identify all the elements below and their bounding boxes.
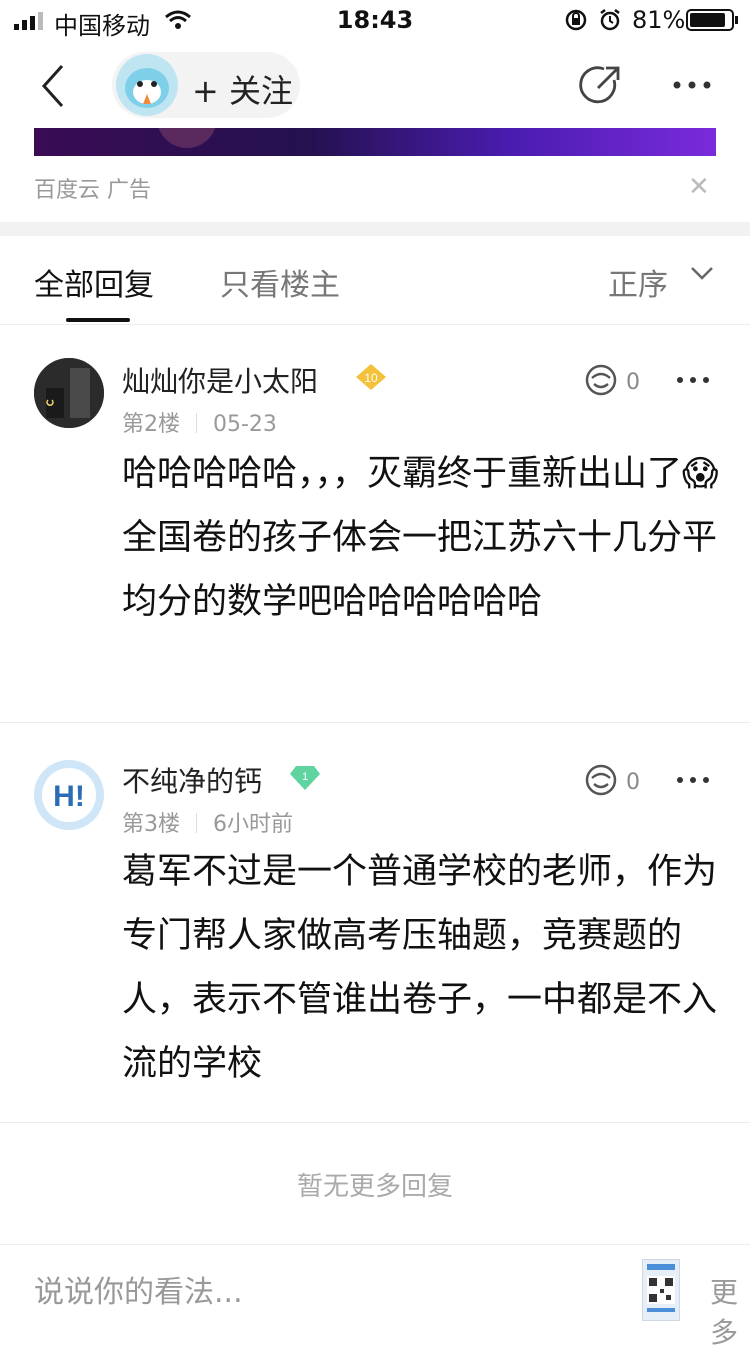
avatar-image [34,358,104,428]
username[interactable]: 灿灿你是小太阳 [122,360,318,400]
no-more-replies: 暂无更多回复 [296,1172,453,1202]
qr-code-icon [647,1264,675,1312]
divider [0,722,750,723]
comment-bar: 说说你的看法... 更多 [0,1244,750,1349]
chevron-down-icon[interactable] [690,266,714,282]
like-count: 0 [626,770,640,795]
avatar-image: H! [34,760,104,830]
ad-source-label: 百度云 广告 [34,178,151,203]
username[interactable]: 不纯净的钙 [122,760,262,800]
ad-banner[interactable] [34,128,716,156]
nav-bar: + 关注 [0,42,750,128]
follow-button[interactable]: + 关注 [112,52,300,118]
ad-graphic [158,128,216,148]
post-body: 葛军不过是一个普通学校的老师，作为专门帮人家做高考压轴题，竞赛题的人，表示不管谁… [122,852,718,1084]
post-meta: 第3楼 6小时前 [122,806,293,838]
floor-number: 第2楼 [122,412,180,437]
level-badge-icon: 10 [356,364,386,390]
avatar[interactable] [34,358,104,428]
mascot-icon [125,68,169,108]
more-icon[interactable] [672,80,712,90]
level-badge-text: 10 [364,371,378,385]
qr-thumbnail[interactable] [642,1259,680,1321]
like-icon[interactable] [582,362,620,398]
reply-tabs: 全部回复 只看楼主 正序 [0,236,750,325]
status-bar: 中国移动 18:43 81% [0,0,750,40]
sort-order-label[interactable]: 正序 [608,260,668,304]
post-more-icon[interactable] [676,376,710,384]
post-more-icon[interactable] [676,776,710,784]
comment-input[interactable]: 说说你的看法... [34,1267,243,1311]
tab-op-only[interactable]: 只看楼主 [220,260,340,304]
alarm-icon [600,9,620,31]
avatar[interactable]: H! [34,760,104,830]
share-icon[interactable] [578,64,622,108]
post-body: 哈哈哈哈哈，，，灭霸终于重新出山了😱全国卷的孩子体会一把江苏六十几分平均分的数学… [122,454,719,622]
rotation-lock-icon [565,9,587,31]
divider [0,1122,750,1123]
tab-all-replies[interactable]: 全部回复 [34,260,154,304]
section-gap [0,222,750,236]
like-icon[interactable] [582,762,620,798]
battery-percent: 81% [632,6,686,34]
active-tab-indicator [66,318,130,322]
battery-icon [686,9,738,31]
floor-number: 第3楼 [122,812,180,837]
post-date: 6小时前 [213,812,293,837]
back-icon[interactable] [40,64,66,108]
level-badge-icon: 1 [290,766,320,790]
more-link[interactable]: 更多 [710,1271,750,1351]
close-icon[interactable]: ✕ [688,172,710,202]
post-meta: 第2楼 05-23 [122,406,277,438]
level-badge-text: 1 [302,771,308,783]
svg-text:H!: H! [53,780,85,813]
forum-avatar [116,54,178,116]
like-count: 0 [626,370,640,395]
follow-label: + 关注 [192,72,293,110]
post-date: 05-23 [213,412,277,437]
